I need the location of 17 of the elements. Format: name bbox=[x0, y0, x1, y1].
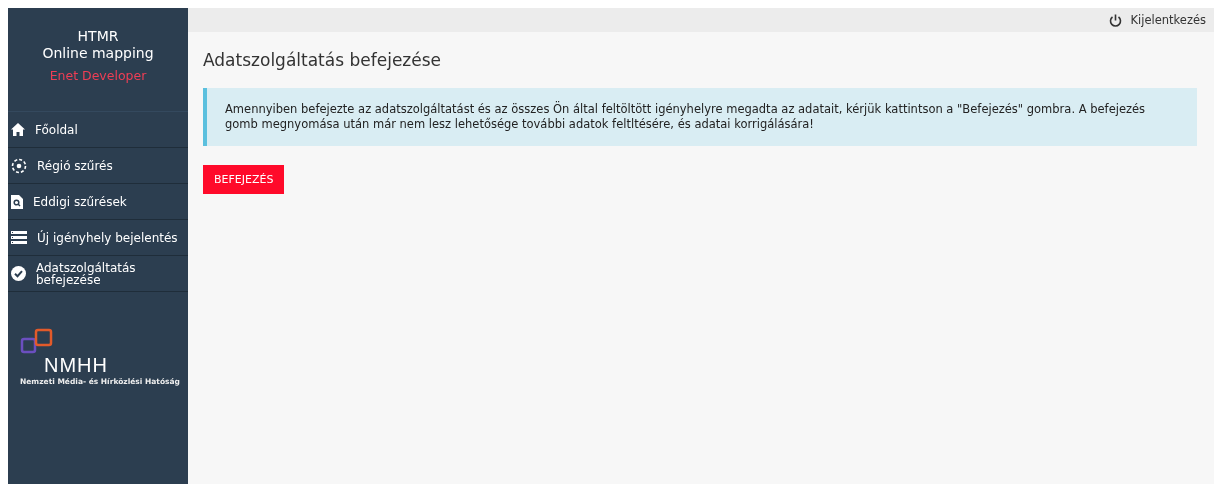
app-title: HTMR bbox=[76, 28, 120, 45]
home-icon bbox=[11, 123, 25, 136]
app-subtitle: Online mapping bbox=[41, 45, 155, 62]
sidebar-item[interactable]: Új igényhely bejelentés bbox=[8, 220, 188, 256]
sidebar-item[interactable]: Adatszolgáltatás befejezése bbox=[8, 256, 188, 292]
user-name: Enet Developer bbox=[48, 68, 148, 83]
power-icon bbox=[1109, 13, 1123, 27]
list-icon bbox=[11, 231, 27, 244]
page-title: Adatszolgáltatás befejezése bbox=[203, 50, 443, 70]
info-text: Amennyiben befejezte az adatszolgáltatást és az összes Ön által feltöltött igényhelyre megadta az adatait, kérjük kattintson a "Befejezés" gombra. A befejezés gomb megnyomása után már nem lesz lehetősége további adatok feltltésére, és adatai korrigálására! bbox=[225, 102, 1147, 132]
logo-wordmark: NMHH bbox=[44, 354, 109, 377]
document-search-icon bbox=[11, 194, 23, 209]
finish-button[interactable]: BEFEJEZÉS bbox=[203, 165, 285, 194]
target-icon bbox=[11, 157, 27, 174]
sidebar-item[interactable]: Eddigi szűrések bbox=[8, 184, 188, 220]
logout-link[interactable]: Kijelentkezés bbox=[1109, 13, 1206, 27]
check-circle-icon bbox=[11, 266, 26, 281]
